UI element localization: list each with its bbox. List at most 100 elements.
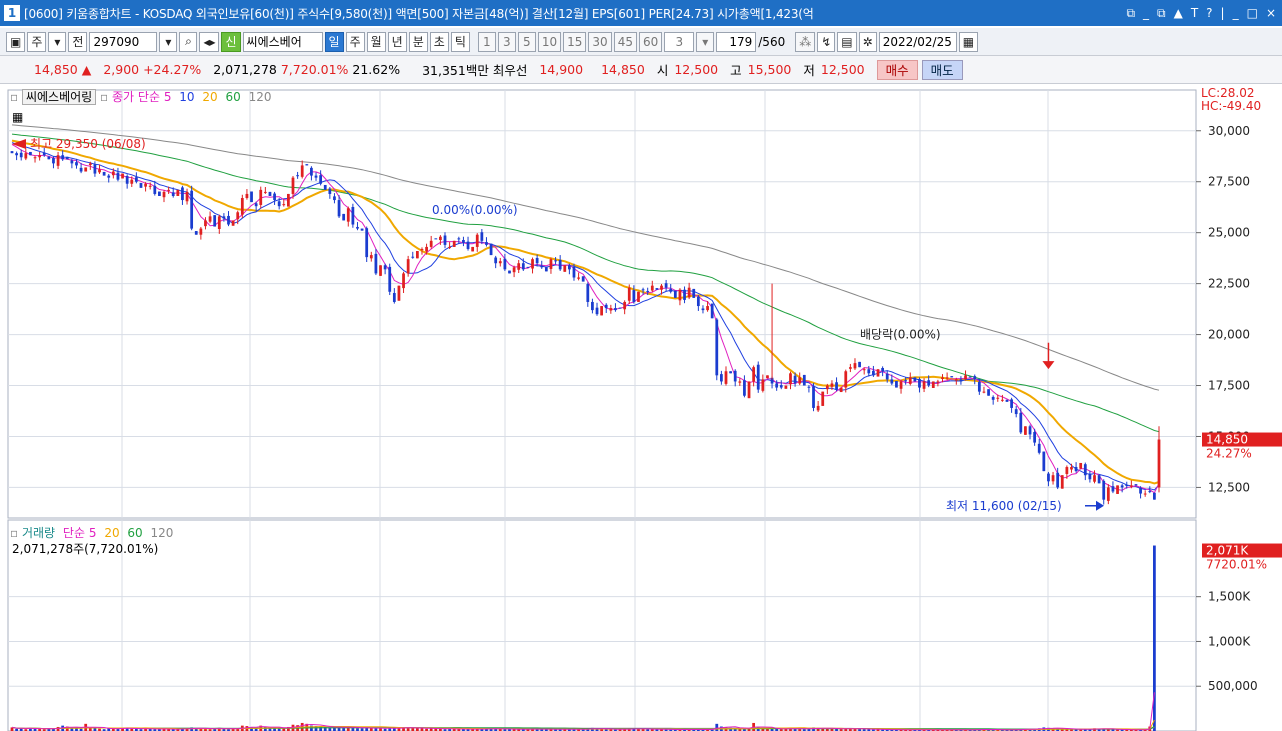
candle-body	[715, 319, 719, 376]
interval-10[interactable]: 10	[537, 31, 562, 52]
candle-body	[466, 241, 470, 249]
candle-body	[1070, 467, 1073, 470]
legend-square-icon: ▫	[100, 90, 109, 104]
minimize-icon[interactable]: _	[1143, 6, 1149, 20]
period-dropdown-icon[interactable]: ▾	[48, 31, 67, 52]
best-ask: 14,900	[539, 62, 584, 77]
count-dropdown-icon[interactable]: ▾	[696, 31, 715, 52]
interval-45[interactable]: 45	[613, 31, 637, 52]
candle-body	[816, 405, 820, 411]
candle-body	[973, 376, 977, 380]
candle-body	[75, 162, 78, 166]
volume-tag-label: 2,071K	[1206, 544, 1249, 558]
candle-body	[1005, 399, 1009, 402]
line-tool-icon[interactable]: ↯	[817, 31, 836, 52]
price-tick-label: 17,500	[1208, 379, 1250, 393]
candle-body	[521, 263, 525, 270]
volume-bar	[319, 726, 323, 731]
code-dropdown-icon[interactable]: ▾	[159, 31, 178, 52]
search-icon[interactable]: ⌕	[179, 31, 198, 52]
candle-body	[720, 374, 723, 382]
candle-body	[531, 259, 534, 269]
interval-1[interactable]: 1	[477, 31, 496, 52]
buy-button[interactable]: 매수	[876, 59, 918, 80]
candle-body	[176, 189, 180, 196]
candle-body	[945, 377, 949, 379]
sell-button[interactable]: 매도	[921, 59, 963, 80]
prev-button[interactable]: 전	[68, 31, 88, 52]
candle-body	[544, 267, 548, 272]
candle-body	[369, 255, 373, 259]
candle-body	[572, 266, 576, 278]
volume-ratio: 7,720.01%	[280, 62, 349, 77]
range-total: /560	[758, 34, 786, 49]
candle-body	[724, 371, 728, 384]
interval-30[interactable]: 30	[588, 31, 612, 52]
vlegend-ma20: 20	[104, 526, 120, 540]
candle-body	[1056, 472, 1060, 488]
interval-3[interactable]: 3	[497, 31, 516, 52]
candle-body	[425, 246, 428, 252]
tile-icon[interactable]: ⧉	[1157, 6, 1166, 21]
candle-body	[733, 370, 737, 382]
candle-body	[392, 292, 396, 302]
tab-tick[interactable]: 틱	[450, 31, 470, 52]
candle-body	[434, 238, 438, 240]
candle-body	[1000, 399, 1004, 401]
window-number: 1	[4, 5, 20, 21]
candle-body	[784, 385, 788, 389]
calendar-icon[interactable]: ▦	[958, 31, 979, 52]
interval-count-input[interactable]: 3	[664, 31, 695, 52]
hc-value: HC:-49.40	[1201, 99, 1262, 113]
tab-second[interactable]: 초	[429, 31, 449, 52]
interval-60[interactable]: 60	[638, 31, 663, 52]
period-select[interactable]: 주	[27, 31, 47, 52]
tab-month[interactable]: 월	[366, 31, 386, 52]
help-icon[interactable]: ?	[1206, 6, 1212, 20]
nav-arrows-icon[interactable]: ◂▸	[199, 31, 220, 52]
gear-icon[interactable]: ✲	[858, 31, 877, 52]
font-icon[interactable]: T	[1191, 6, 1198, 20]
interval-5[interactable]: 5	[517, 31, 536, 52]
candle-body	[365, 228, 369, 258]
candle-body	[581, 276, 585, 282]
price-legend-name[interactable]: 씨에스베어링	[21, 89, 97, 105]
candle-body	[812, 386, 815, 408]
price-tick-label: 12,500	[1208, 480, 1250, 494]
candle-body	[844, 371, 848, 388]
save-icon[interactable]: ▤	[837, 31, 857, 52]
tab-week[interactable]: 주	[345, 31, 365, 52]
tab-year[interactable]: 년	[387, 31, 407, 52]
legend-ma10: 10	[179, 90, 195, 104]
candle-body	[134, 177, 138, 182]
chart-area[interactable]: 12,50015,00017,50020,00022,50025,00027,5…	[0, 86, 1282, 731]
candle-body	[148, 185, 152, 187]
dividend-arrow-icon	[1042, 361, 1055, 370]
candle-icon[interactable]: ⁂	[795, 31, 816, 52]
volume-readout: 2,071,278주(7,720.01%)	[12, 542, 159, 556]
candle-body	[462, 240, 465, 243]
interval-15[interactable]: 15	[563, 31, 587, 52]
window-minimize-icon[interactable]: _	[1233, 6, 1239, 20]
tab-day[interactable]: 일	[324, 31, 344, 52]
window-close-icon[interactable]: ×	[1266, 6, 1276, 20]
candle-body	[480, 232, 484, 241]
candle-body	[982, 391, 986, 393]
pin-icon[interactable]: ▲	[1174, 6, 1183, 20]
table-icon[interactable]: ▦	[12, 110, 23, 124]
restore-icon[interactable]: ⧉	[1126, 6, 1135, 21]
tab-minute[interactable]: 분	[408, 31, 428, 52]
candle-body	[139, 182, 143, 188]
layout-icon[interactable]: ▣	[6, 31, 26, 52]
candle-body	[158, 191, 161, 196]
candle-body	[563, 265, 567, 272]
ma5-line	[11, 143, 1160, 494]
volume: 2,071,278	[213, 62, 277, 77]
window-maximize-icon[interactable]: □	[1247, 6, 1258, 20]
candle-body	[890, 379, 894, 384]
candle-body	[116, 172, 120, 180]
range-input[interactable]: 179	[716, 31, 757, 52]
date-input[interactable]: 2022/02/25	[878, 31, 957, 52]
candle-body	[494, 257, 498, 264]
stock-code-input[interactable]: 297090	[89, 31, 158, 52]
